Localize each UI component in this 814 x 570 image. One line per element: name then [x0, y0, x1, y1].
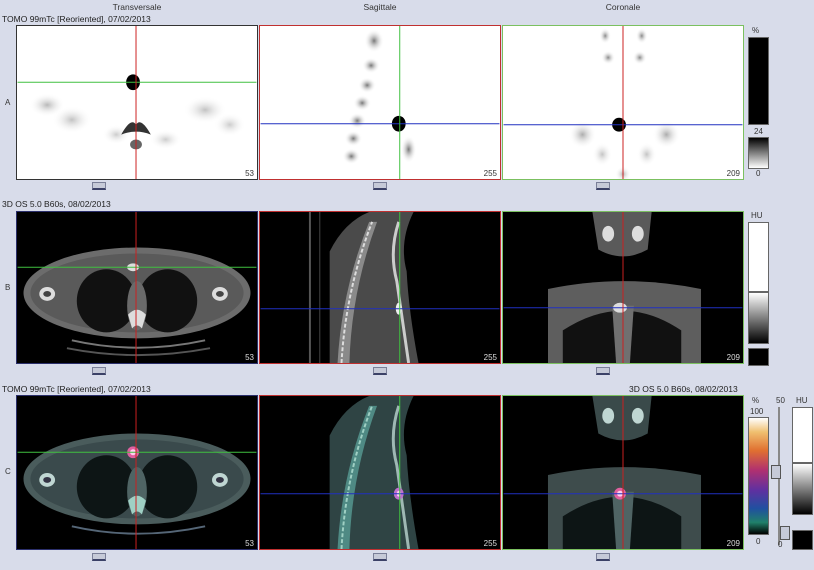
slice-number-c-coronal: 209: [726, 539, 740, 548]
slice-tab-a-sagittal[interactable]: [373, 182, 387, 190]
panel-a-transversal[interactable]: 53: [16, 25, 258, 180]
slice-tab-a-coronal[interactable]: [596, 182, 610, 190]
scale-c-color-gradient[interactable]: [748, 417, 769, 535]
slice-tab-c-coronal[interactable]: [596, 553, 610, 561]
row-a-title: TOMO 99mTc [Reoriented], 07/02/2013: [2, 14, 151, 24]
panel-c-sagittal[interactable]: 255: [259, 395, 501, 550]
column-header-coronale: Coronale: [605, 2, 641, 12]
row-c-title-right: 3D OS 5.0 B60s, 08/02/2013: [629, 384, 738, 394]
slice-number-b-coronal: 209: [726, 353, 740, 362]
scale-b-gradient[interactable]: [748, 292, 769, 344]
panel-b-sagittal[interactable]: 255: [259, 211, 501, 364]
slice-number-b-sagittal: 255: [483, 353, 497, 362]
slice-number-c-sagittal: 255: [483, 539, 497, 548]
ct-coronal-image: [503, 212, 743, 363]
nm-coronal-image: [503, 26, 743, 179]
fusion-coronal-image: [503, 396, 743, 549]
slice-tab-c-transversal[interactable]: [92, 553, 106, 561]
scale-c-max: 100: [750, 407, 764, 416]
panel-c-coronal[interactable]: 209: [502, 395, 744, 550]
slice-tab-a-transversal[interactable]: [92, 182, 106, 190]
panel-c-transversal[interactable]: 53: [16, 395, 258, 550]
scale-a-top-bar: [748, 37, 769, 125]
row-c-title-left: TOMO 99mTc [Reoriented], 07/02/2013: [2, 384, 151, 394]
scale-c-hu-bottom-bar: [792, 530, 813, 550]
panel-a-sagittal[interactable]: 255: [259, 25, 501, 180]
column-header-sagittale: Sagittale: [363, 2, 397, 12]
nm-sagittal-image: [260, 26, 500, 179]
row-b-title: 3D OS 5.0 B60s, 08/02/2013: [2, 199, 111, 209]
slice-number-c-transversal: 53: [245, 539, 254, 548]
panel-b-transversal[interactable]: 53: [16, 211, 258, 364]
row-c-letter: C: [5, 467, 11, 476]
fusion-transversal-image: [17, 396, 257, 549]
fusion-sagittal-image: [260, 396, 500, 549]
nm-transversal-image: [17, 26, 257, 179]
blend-slider-handle-bottom[interactable]: [780, 526, 790, 540]
column-header-transversale: Transversale: [112, 2, 162, 12]
scale-c-min: 0: [756, 537, 761, 546]
scale-a-low: 0: [756, 169, 761, 178]
slice-number-a-transversal: 53: [245, 169, 254, 178]
scale-b-top-bar: [748, 222, 769, 292]
scale-a-mid: 24: [754, 127, 763, 136]
scale-c-unit-hu: HU: [796, 396, 808, 405]
blend-slider-handle-top[interactable]: [771, 465, 781, 479]
scale-a-gradient[interactable]: [748, 137, 769, 169]
panel-a-coronal[interactable]: 209: [502, 25, 744, 180]
slice-tab-b-transversal[interactable]: [92, 367, 106, 375]
row-b-letter: B: [5, 283, 11, 292]
scale-c-unit-pct: %: [752, 396, 760, 405]
scale-c-low: 0: [778, 540, 783, 549]
ct-transversal-image: [17, 212, 257, 363]
panel-b-coronal[interactable]: 209: [502, 211, 744, 364]
scale-b-unit: HU: [751, 211, 763, 220]
row-a-letter: A: [5, 98, 11, 107]
slice-tab-b-coronal[interactable]: [596, 367, 610, 375]
scale-b-bottom-bar: [748, 348, 769, 366]
scale-a-unit: %: [752, 26, 760, 35]
ct-sagittal-image: [260, 212, 500, 363]
slice-number-a-sagittal: 255: [483, 169, 497, 178]
scale-c-hu-gradient[interactable]: [792, 463, 813, 515]
scale-c-mid: 50: [776, 396, 785, 405]
slice-tab-b-sagittal[interactable]: [373, 367, 387, 375]
slice-number-a-coronal: 209: [726, 169, 740, 178]
slice-number-b-transversal: 53: [245, 353, 254, 362]
scale-c-hu-top-bar: [792, 407, 813, 463]
slice-tab-c-sagittal[interactable]: [373, 553, 387, 561]
